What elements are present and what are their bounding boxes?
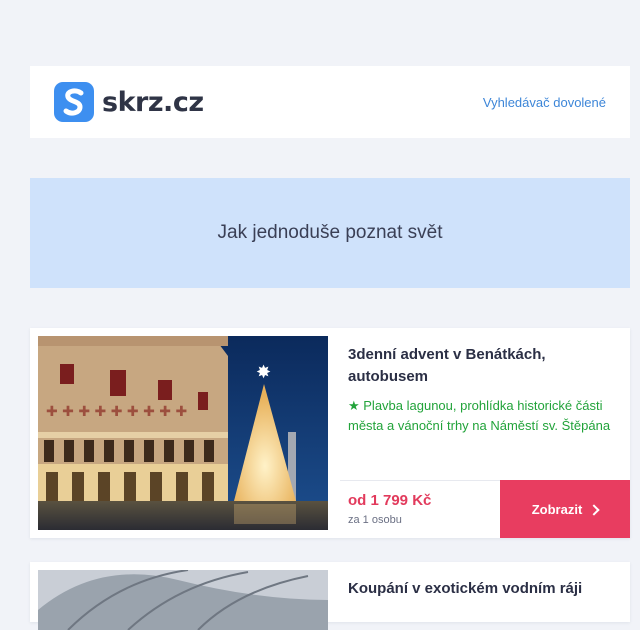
skrz-logo[interactable]: skrz.cz: [54, 82, 204, 122]
show-offer-label: Zobrazit: [531, 501, 583, 517]
logo-s-icon: [54, 82, 94, 122]
offer-highlight: ★ Plavba lagunou, prohlídka historické č…: [348, 398, 611, 433]
water-park-photo[interactable]: [38, 570, 328, 630]
venice-advent-photo[interactable]: ✚ ✚ ✚ ✚ ✚ ✚ ✚ ✚ ✚ ✸: [38, 336, 328, 530]
chevron-right-icon: [588, 503, 600, 516]
offer-price: od 1 799 Kč: [348, 492, 432, 509]
svg-text:✸: ✸: [256, 362, 271, 383]
banner-title: Jak jednoduše poznat svět: [217, 222, 443, 243]
offer-price-note: za 1 osobu: [348, 514, 402, 526]
show-offer-button[interactable]: Zobrazit: [500, 480, 630, 538]
site-header: skrz.cz Vyhledávač dovolené: [30, 66, 630, 138]
price-divider: [340, 480, 500, 481]
offer-card[interactable]: Koupání v exotickém vodním ráji: [30, 562, 630, 630]
svg-text:✚ ✚ ✚ ✚ ✚ ✚ ✚ ✚ ✚: ✚ ✚ ✚ ✚ ✚ ✚ ✚ ✚ ✚: [46, 404, 187, 420]
promo-banner: Jak jednoduše poznat svět: [30, 178, 630, 288]
offer-title[interactable]: Koupání v exotickém vodním ráji: [348, 578, 618, 600]
vacation-search-link[interactable]: Vyhledávač dovolené: [483, 95, 606, 110]
offer-title[interactable]: 3denní advent v Benátkách, autobusem: [348, 344, 618, 388]
offer-card[interactable]: ✚ ✚ ✚ ✚ ✚ ✚ ✚ ✚ ✚ ✸ 3denní advent v Bená…: [30, 328, 630, 538]
logo-text: skrz.cz: [102, 86, 204, 118]
